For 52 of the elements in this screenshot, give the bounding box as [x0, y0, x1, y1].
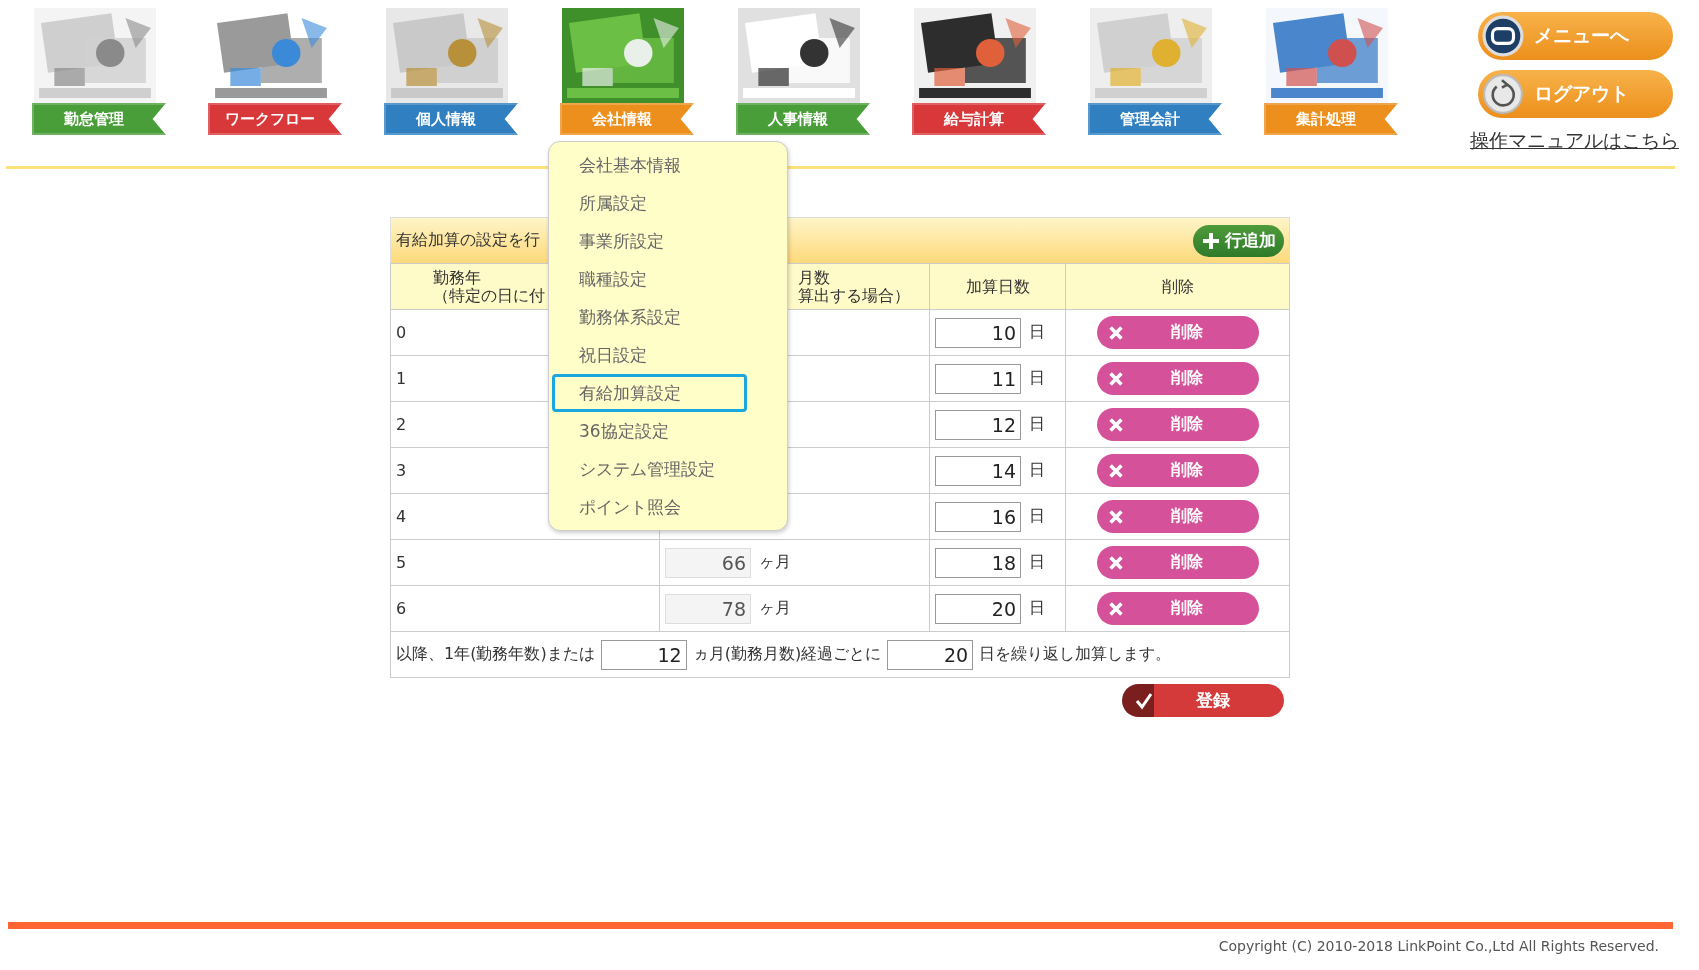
nav-tab[interactable]: 給与計算	[912, 103, 1046, 135]
delete-button[interactable]: 削除	[1096, 546, 1259, 579]
months-field[interactable]: 12	[600, 639, 687, 670]
menu-icon	[1482, 15, 1524, 57]
unit-label: 日	[1029, 460, 1045, 481]
table-cell: 6	[390, 585, 660, 632]
days-field[interactable]: 12	[935, 409, 1021, 440]
days-field[interactable]: 20	[887, 639, 974, 670]
delete-button[interactable]: 削除	[1096, 408, 1259, 441]
repeat-text: 以降、1年(勤務年数)または	[396, 644, 595, 665]
delete-button[interactable]: 削除	[1096, 454, 1259, 487]
delete-button[interactable]: 削除	[1096, 316, 1259, 349]
delete-button[interactable]: 削除	[1096, 500, 1259, 533]
copyright-text: Copyright (C) 2010-2018 LinkPoint Co.,Ltd All Rights Reserved.	[1218, 938, 1659, 954]
unit-label: 日	[1029, 368, 1045, 389]
nav-tab[interactable]: 人事情報	[736, 103, 870, 135]
days-field[interactable]: 11	[935, 363, 1021, 394]
unit-label: 日	[1029, 414, 1045, 435]
unit-label: ヶ月	[759, 598, 791, 619]
manual-link[interactable]: 操作マニュアルはこちら	[1470, 128, 1679, 154]
unit-label: ヶ月	[759, 552, 791, 573]
panel-title: 有給加算の設定を行	[396, 230, 540, 251]
unit-label: 日	[1029, 598, 1045, 619]
menu-item[interactable]: 所属設定	[552, 184, 747, 222]
table-cell: 5	[390, 539, 660, 586]
delete-button[interactable]: 削除	[1096, 362, 1259, 395]
repeat-text: ヵ月(勤務月数)経過ごとに	[692, 644, 882, 665]
refresh-icon	[1482, 73, 1524, 115]
days-field[interactable]: 18	[935, 547, 1021, 578]
months-field[interactable]: 78	[665, 593, 751, 624]
nav-tab[interactable]: 個人情報	[384, 103, 518, 135]
repeat-text: 日を繰り返し加算します。	[979, 644, 1172, 665]
days-field[interactable]: 20	[935, 593, 1021, 624]
plus-icon	[1201, 230, 1221, 251]
unit-label: 日	[1029, 506, 1045, 527]
column-header: 削除	[1065, 263, 1290, 310]
unit-label: 日	[1029, 322, 1045, 343]
days-field[interactable]: 10	[935, 317, 1021, 348]
unit-label: 日	[1029, 552, 1045, 573]
menu-item[interactable]: 会社基本情報	[552, 146, 747, 184]
days-field[interactable]: 14	[935, 455, 1021, 486]
nav-tab[interactable]: 管理会計	[1088, 103, 1222, 135]
register-button[interactable]: 登録	[1122, 684, 1284, 717]
nav-tab[interactable]: 勤怠管理	[32, 103, 166, 135]
nav-tab[interactable]: ワークフロー	[208, 103, 342, 135]
days-field[interactable]: 16	[935, 501, 1021, 532]
menu-item[interactable]: 事業所設定	[552, 222, 747, 260]
add-row-button[interactable]: 行追加	[1193, 224, 1284, 257]
months-field[interactable]: 66	[665, 547, 751, 578]
column-header: 加算日数	[929, 263, 1066, 310]
menu-item[interactable]: 有給加算設定	[552, 374, 747, 412]
delete-button[interactable]: 削除	[1096, 592, 1259, 625]
